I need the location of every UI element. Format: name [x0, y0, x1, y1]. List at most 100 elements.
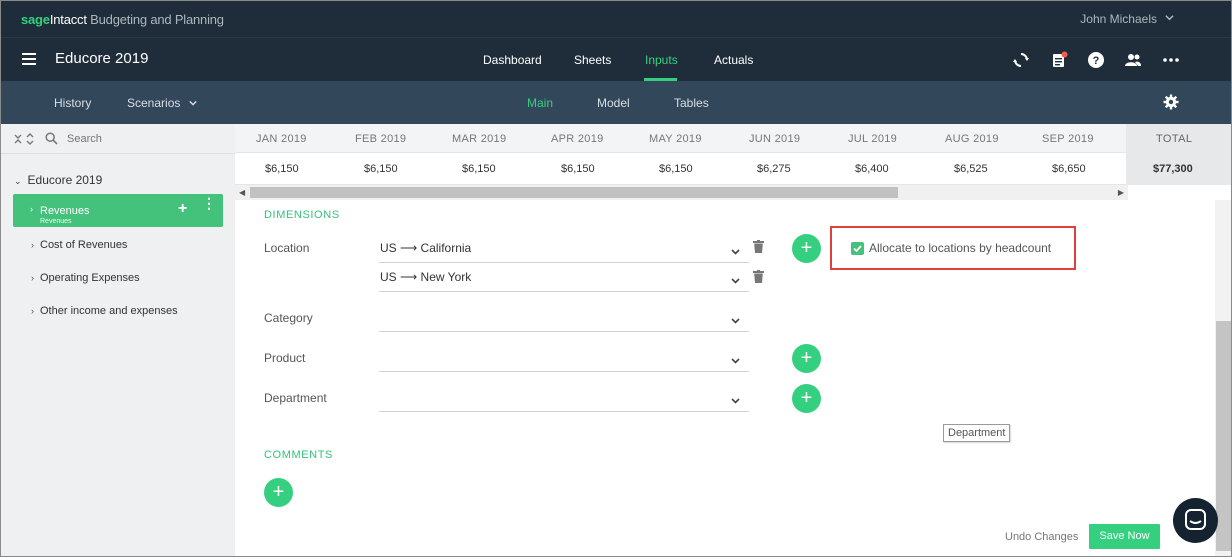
- select-value: US ⟶ New York: [380, 270, 472, 284]
- months-values-row: $6,150 $6,150 $6,150 $6,150 $6,150 $6,27…: [235, 153, 1231, 185]
- month-header: JUL 2019: [848, 133, 898, 145]
- tree-item-label: Other income and expenses: [40, 305, 178, 317]
- tree-item-sublabel: Revenues: [40, 218, 72, 225]
- caret-right-icon: ›: [31, 240, 34, 250]
- users-icon[interactable]: [1124, 51, 1142, 69]
- tab-inputs[interactable]: Inputs: [645, 53, 678, 67]
- help-icon[interactable]: ?: [1087, 51, 1105, 69]
- product-select[interactable]: [379, 343, 749, 372]
- svg-text:?: ?: [1093, 55, 1100, 67]
- tab-actuals[interactable]: Actuals: [714, 53, 753, 67]
- months-header: JAN 2019 FEB 2019 MAR 2019 APR 2019 MAY …: [235, 124, 1231, 153]
- chevron-down-icon: [731, 244, 740, 255]
- brand-sage: sage: [21, 12, 50, 27]
- product-label: Product: [264, 351, 306, 365]
- tooltip: Department: [943, 424, 1011, 442]
- brand-logo: sageIntacct Budgeting and Planning: [21, 12, 224, 27]
- hamburger-menu-icon[interactable]: [22, 53, 36, 65]
- save-now-button[interactable]: Save Now: [1089, 524, 1160, 549]
- month-value[interactable]: $6,525: [954, 163, 988, 175]
- month-value[interactable]: $6,650: [1052, 163, 1086, 175]
- tab-main[interactable]: Main: [527, 96, 553, 110]
- chevron-down-icon: [731, 273, 740, 284]
- allocate-label[interactable]: Allocate to locations by headcount: [869, 241, 1051, 255]
- month-value[interactable]: $6,400: [855, 163, 889, 175]
- department-select[interactable]: [379, 383, 749, 412]
- chevron-down-icon: [189, 96, 197, 110]
- undo-changes-button[interactable]: Undo Changes: [1005, 531, 1078, 543]
- comments-title: COMMENTS: [264, 449, 333, 461]
- app-window: sageIntacct Budgeting and Planning John …: [0, 0, 1232, 557]
- location-label: Location: [264, 241, 310, 255]
- total-header: TOTAL: [1156, 133, 1193, 145]
- app-title: Educore 2019: [55, 50, 149, 67]
- dimensions-title: DIMENSIONS: [264, 209, 340, 221]
- tree-item-operating-expenses[interactable]: › Operating Expenses: [31, 272, 140, 284]
- allocate-checkbox[interactable]: [851, 242, 864, 255]
- month-value[interactable]: $6,150: [659, 163, 693, 175]
- scrollbar-thumb[interactable]: [1216, 321, 1231, 551]
- history-link[interactable]: History: [54, 96, 91, 110]
- add-comment-button[interactable]: +: [264, 478, 293, 507]
- scrollbar-thumb[interactable]: [250, 187, 898, 198]
- month-header: FEB 2019: [355, 133, 407, 145]
- search-input[interactable]: [67, 130, 227, 148]
- month-value[interactable]: $6,150: [561, 163, 595, 175]
- tab-sheets[interactable]: Sheets: [574, 53, 611, 67]
- add-department-button[interactable]: +: [792, 384, 821, 413]
- select-value: US ⟶ California: [380, 241, 472, 255]
- trash-icon[interactable]: [753, 270, 764, 283]
- tab-dashboard[interactable]: Dashboard: [483, 53, 542, 67]
- collapse-expand-icon[interactable]: [13, 132, 35, 146]
- tree-item-other-income[interactable]: › Other income and expenses: [31, 305, 178, 317]
- chevron-down-icon: [731, 353, 740, 364]
- scroll-left-icon[interactable]: ◀: [239, 188, 245, 197]
- scenarios-label: Scenarios: [127, 96, 181, 110]
- trash-icon[interactable]: [753, 240, 764, 253]
- chevron-down-icon[interactable]: [1165, 13, 1174, 21]
- user-menu[interactable]: John Michaels: [1080, 12, 1157, 26]
- month-value[interactable]: $6,150: [364, 163, 398, 175]
- notes-icon[interactable]: [1050, 51, 1068, 69]
- category-select[interactable]: [379, 303, 749, 332]
- sidebar: ⌄ Educore 2019 › Revenues Revenues + ⋮ › C…: [1, 124, 235, 556]
- sidebar-search: [1, 124, 235, 154]
- gear-icon[interactable]: [1163, 94, 1179, 110]
- month-header: AUG 2019: [945, 133, 999, 145]
- kebab-menu-icon[interactable]: ⋮: [202, 196, 216, 210]
- tree-item-cost-of-revenues[interactable]: › Cost of Revenues: [31, 239, 127, 251]
- allocate-highlight: Allocate to locations by headcount: [830, 226, 1076, 270]
- chat-icon[interactable]: [1173, 498, 1218, 543]
- add-product-button[interactable]: +: [792, 344, 821, 373]
- month-header: SEP 2019: [1042, 133, 1094, 145]
- month-header: JAN 2019: [256, 133, 307, 145]
- tree-root[interactable]: ⌄ Educore 2019: [14, 173, 102, 187]
- scroll-right-icon[interactable]: ▶: [1118, 188, 1124, 197]
- horizontal-scrollbar[interactable]: ◀ ▶: [235, 185, 1128, 200]
- more-icon[interactable]: [1162, 51, 1180, 69]
- user-name: John Michaels: [1080, 12, 1157, 26]
- location-select-2[interactable]: US ⟶ New York: [379, 263, 749, 292]
- caret-down-icon: ⌄: [14, 176, 22, 186]
- month-header: APR 2019: [551, 133, 604, 145]
- tree-item-revenues[interactable]: › Revenues Revenues + ⋮: [13, 194, 223, 227]
- sync-icon[interactable]: [1012, 51, 1030, 69]
- location-select-1[interactable]: US ⟶ California: [379, 234, 749, 263]
- chevron-down-icon: [731, 393, 740, 404]
- tree-item-label: Cost of Revenues: [40, 239, 128, 251]
- department-label: Department: [264, 391, 327, 405]
- month-value[interactable]: $6,150: [265, 163, 299, 175]
- chevron-down-icon: [731, 313, 740, 324]
- tab-tables[interactable]: Tables: [674, 96, 709, 110]
- scenarios-dropdown[interactable]: Scenarios: [127, 96, 197, 110]
- month-value[interactable]: $6,150: [462, 163, 496, 175]
- category-label: Category: [264, 311, 313, 325]
- sub-nav: History Scenarios Main Model Tables: [1, 81, 1231, 124]
- tree-root-label: Educore 2019: [27, 173, 103, 187]
- add-location-button[interactable]: +: [792, 234, 821, 263]
- total-value: $77,300: [1153, 163, 1193, 175]
- month-header: MAR 2019: [452, 133, 507, 145]
- month-value[interactable]: $6,275: [757, 163, 791, 175]
- add-icon[interactable]: +: [178, 200, 187, 218]
- tab-model[interactable]: Model: [597, 96, 630, 110]
